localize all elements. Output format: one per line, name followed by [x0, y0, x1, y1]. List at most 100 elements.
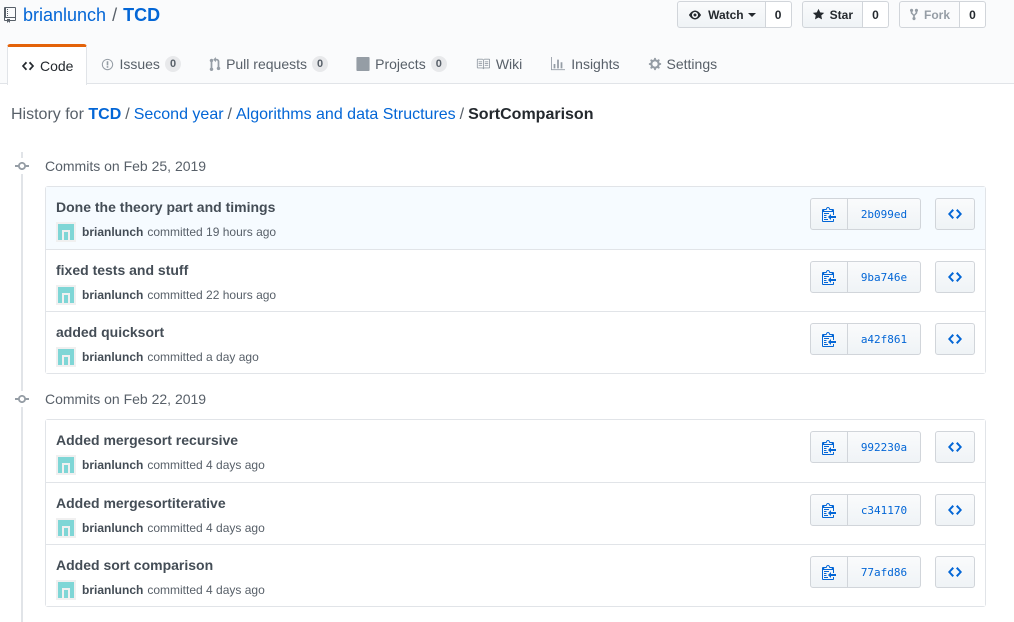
copy-sha-button[interactable]: [810, 261, 848, 293]
browse-repo-button[interactable]: [935, 261, 975, 293]
watch-button[interactable]: Watch: [677, 1, 766, 28]
tab-code[interactable]: Code: [7, 44, 88, 85]
commit-time: 4 days ago: [206, 458, 265, 472]
project-icon: [356, 57, 370, 71]
copy-sha-button[interactable]: [810, 198, 848, 230]
copy-sha-button[interactable]: [810, 323, 848, 355]
avatar[interactable]: [56, 580, 76, 600]
commit-author-link[interactable]: brianlunch: [82, 225, 143, 239]
commit-sha-link[interactable]: a42f861: [848, 323, 921, 355]
repo-owner-link[interactable]: brianlunch: [23, 5, 106, 26]
breadcrumb-link[interactable]: Second year: [134, 106, 224, 123]
commit-time: a day ago: [206, 350, 259, 364]
breadcrumb-prefix: History for: [11, 106, 84, 123]
commit-icon: [15, 395, 29, 403]
tab-label: Code: [40, 58, 74, 74]
commit-time: 19 hours ago: [206, 225, 277, 239]
commit-message-link[interactable]: added quicksort: [56, 324, 164, 340]
repo-name-link[interactable]: TCD: [123, 5, 160, 26]
fork-label: Fork: [923, 7, 950, 22]
timeline-line: [21, 152, 23, 622]
code-icon: [948, 209, 962, 219]
commit-action: committed: [147, 350, 203, 364]
commit-action: committed: [147, 225, 203, 239]
repo-nav-tabs: Code Issues 0 Pull requests 0 Projects 0…: [0, 44, 732, 85]
commit-message-link[interactable]: Added mergesortiterative: [56, 495, 226, 511]
eye-icon: [689, 10, 702, 19]
commit-author-link[interactable]: brianlunch: [82, 521, 143, 535]
tab-issues[interactable]: Issues 0: [87, 44, 195, 84]
copy-sha-button[interactable]: [810, 556, 848, 588]
tab-label: Wiki: [495, 56, 523, 72]
fork-group: Fork 0: [898, 1, 986, 28]
tab-label: Projects: [375, 56, 426, 72]
clipboard-icon: [822, 565, 836, 580]
tab-projects[interactable]: Projects 0: [342, 44, 461, 84]
commit-message-link[interactable]: Added sort comparison: [56, 557, 213, 573]
commit-meta: brianlunch committed 4 days ago: [56, 580, 265, 600]
commit-sha-link[interactable]: 77afd86: [848, 556, 921, 588]
code-icon: [948, 334, 962, 344]
commit-author-link[interactable]: brianlunch: [82, 583, 143, 597]
commit-author-link[interactable]: brianlunch: [82, 288, 143, 302]
commit-message-link[interactable]: Done the theory part and timings: [56, 199, 275, 215]
repo-separator: /: [112, 4, 118, 25]
commit-author-link[interactable]: brianlunch: [82, 350, 143, 364]
code-icon: [948, 567, 962, 577]
graph-icon: [551, 57, 566, 71]
commit-group-title: Commits on Feb 22, 2019: [14, 388, 206, 410]
commit-meta: brianlunch committed 4 days ago: [56, 518, 265, 538]
tab-label: Pull requests: [226, 56, 307, 72]
browse-repo-button[interactable]: [935, 431, 975, 463]
avatar[interactable]: [56, 347, 76, 367]
star-count[interactable]: 0: [862, 1, 889, 28]
commit-time: 22 hours ago: [206, 288, 277, 302]
tab-settings[interactable]: Settings: [634, 44, 732, 84]
commit-group-date: Commits on Feb 25, 2019: [45, 158, 207, 174]
copy-sha-button[interactable]: [810, 494, 848, 526]
browse-repo-button[interactable]: [935, 494, 975, 526]
avatar[interactable]: [56, 222, 76, 242]
commit-sha-link[interactable]: 992230a: [848, 431, 921, 463]
avatar[interactable]: [56, 518, 76, 538]
commit-sha-link[interactable]: 9ba746e: [848, 261, 921, 293]
commit-list: Added mergesort recursive brianlunch commi…: [45, 419, 986, 607]
avatar[interactable]: [56, 455, 76, 475]
commit-meta: brianlunch committed 19 hours ago: [56, 222, 276, 242]
chevron-down-icon: [747, 12, 756, 17]
commit-message-link[interactable]: Added mergesort recursive: [56, 432, 238, 448]
commit-author-link[interactable]: brianlunch: [82, 458, 143, 472]
tab-wiki[interactable]: Wiki: [461, 44, 536, 84]
commit-group-marker: [14, 391, 30, 407]
pull-request-icon: [209, 57, 221, 71]
commit-time: 4 days ago: [206, 583, 265, 597]
commit-group-marker: [14, 158, 30, 174]
avatar[interactable]: [56, 285, 76, 305]
fork-button[interactable]: Fork: [898, 1, 960, 28]
commit-message-link[interactable]: fixed tests and stuff: [56, 262, 188, 278]
breadcrumb-link-root[interactable]: TCD: [88, 106, 121, 123]
copy-sha-button[interactable]: [810, 431, 848, 463]
commit-sha-link[interactable]: c341170: [848, 494, 921, 526]
clipboard-icon: [822, 332, 836, 347]
sha-group: 9ba746e: [810, 261, 921, 293]
commit-icon: [15, 162, 29, 170]
commit-group-title: Commits on Feb 25, 2019: [14, 155, 206, 177]
sha-group: 77afd86: [810, 556, 921, 588]
repo-icon: [4, 7, 16, 23]
star-button[interactable]: Star: [801, 1, 863, 28]
fork-count[interactable]: 0: [960, 1, 986, 28]
breadcrumb-link[interactable]: Algorithms and data Structures: [236, 106, 456, 123]
issues-counter: 0: [164, 56, 182, 72]
commit-row: Added sort comparison brianlunch committed…: [46, 544, 985, 606]
commit-meta: brianlunch committed a day ago: [56, 347, 259, 367]
browse-repo-button[interactable]: [935, 556, 975, 588]
watch-count[interactable]: 0: [765, 1, 792, 28]
browse-repo-button[interactable]: [935, 198, 975, 230]
commit-sha-link[interactable]: 2b099ed: [848, 198, 921, 230]
tab-insights[interactable]: Insights: [536, 44, 633, 84]
browse-repo-button[interactable]: [935, 323, 975, 355]
commit-row: Done the theory part and timings brianlun…: [46, 187, 985, 249]
tab-pull-requests[interactable]: Pull requests 0: [195, 44, 342, 84]
book-icon: [476, 58, 490, 70]
